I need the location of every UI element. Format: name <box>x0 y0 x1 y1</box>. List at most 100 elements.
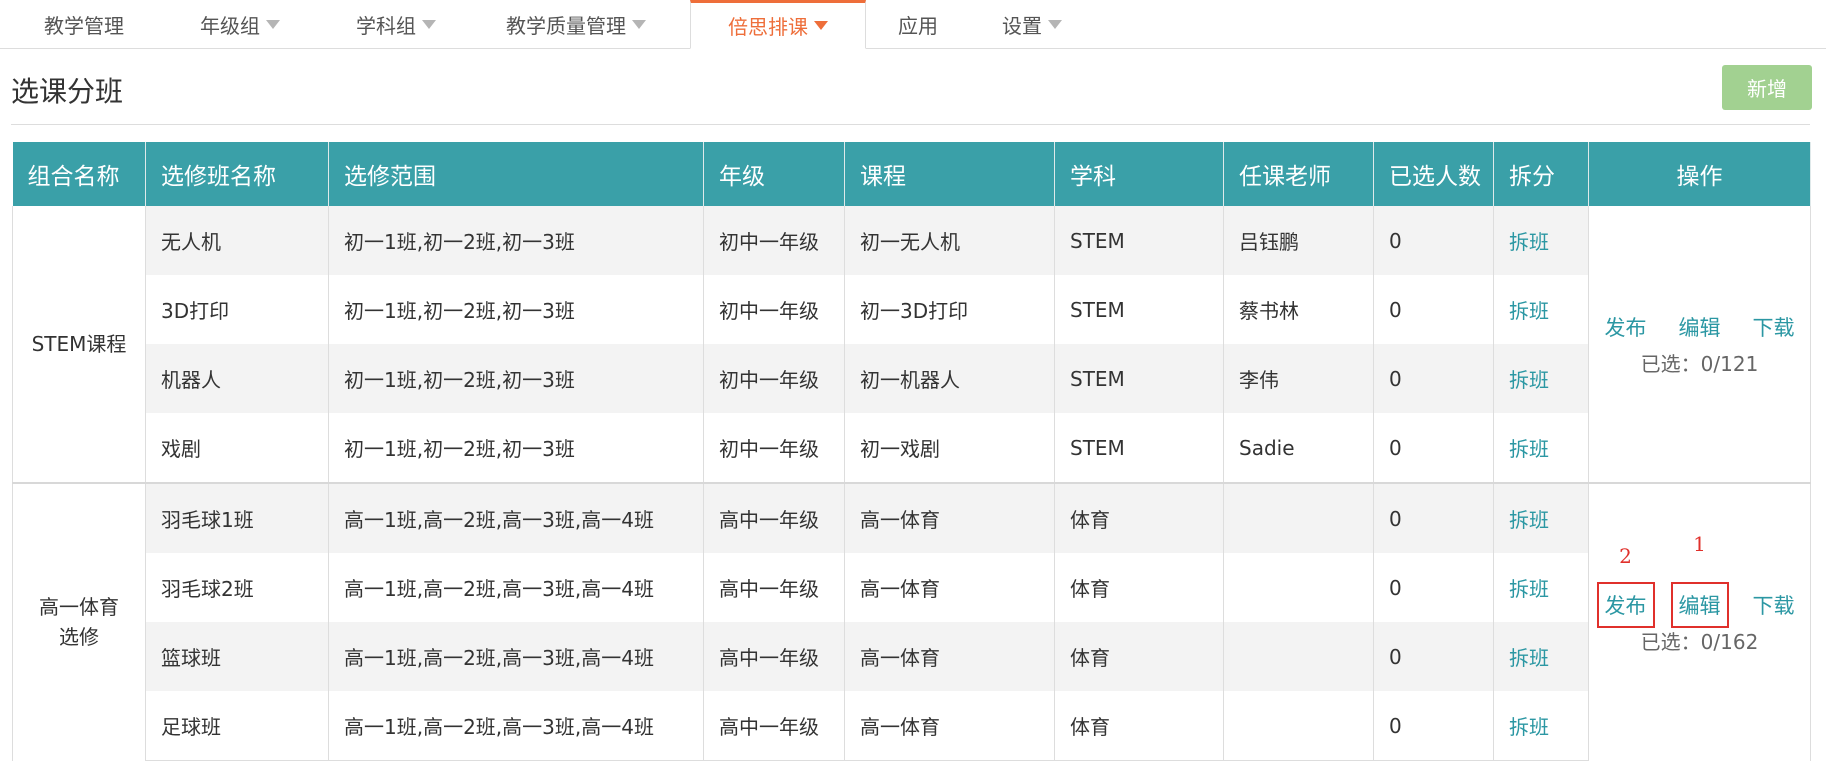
split-class-link[interactable]: 拆班 <box>1509 368 1549 392</box>
group-name-cell: STEM课程 <box>12 206 146 483</box>
nav-tab-settings[interactable]: 设置 <box>992 0 1072 49</box>
course-selection-table: 组合名称 选修班名称 选修范围 年级 课程 学科 任课老师 已选人数 拆分 操作… <box>12 142 1811 761</box>
teacher-cell: 吕钰鹏 <box>1223 206 1374 275</box>
grade-cell: 初中一年级 <box>703 206 845 275</box>
split-cell: 拆班 <box>1493 344 1589 413</box>
split-class-link[interactable]: 拆班 <box>1509 299 1549 323</box>
selected-count: 已选：0/121 <box>1640 351 1759 376</box>
table-row: 戏剧 初一1班,初一2班,初一3班 初中一年级 初一戏剧 STEM Sadie … <box>13 413 1811 484</box>
count-cell: 0 <box>1373 482 1494 553</box>
column-header: 选修范围 <box>328 142 704 206</box>
course-cell: 初一3D打印 <box>844 275 1055 344</box>
course-cell: 高一体育 <box>844 691 1055 761</box>
split-cell: 拆班 <box>1493 206 1589 275</box>
teacher-cell: 蔡书林 <box>1223 275 1374 344</box>
scope-cell: 高一1班,高一2班,高一3班,高一4班 <box>328 622 704 691</box>
chevron-down-icon <box>632 20 646 29</box>
split-cell: 拆班 <box>1493 482 1589 553</box>
class-name-cell: 羽毛球2班 <box>145 553 329 622</box>
count-cell: 0 <box>1373 691 1494 761</box>
scope-cell: 高一1班,高一2班,高一3班,高一4班 <box>328 553 704 622</box>
nav-tab-label: 倍思排课 <box>728 15 808 39</box>
table-row: 机器人 初一1班,初一2班,初一3班 初中一年级 初一机器人 STEM 李伟 0… <box>13 344 1811 413</box>
scope-cell: 高一1班,高一2班,高一3班,高一4班 <box>328 482 704 553</box>
subject-cell: STEM <box>1054 344 1224 413</box>
table-row: 篮球班 高一1班,高一2班,高一3班,高一4班 高中一年级 高一体育 体育 0 … <box>13 622 1811 691</box>
chevron-down-icon <box>1048 20 1062 29</box>
nav-tab-apps[interactable]: 应用 <box>880 0 956 49</box>
selected-count: 已选：0/162 <box>1640 629 1759 654</box>
class-name-cell: 戏剧 <box>145 413 329 484</box>
split-class-link[interactable]: 拆班 <box>1509 437 1549 461</box>
column-header: 组合名称 <box>12 142 146 206</box>
scope-cell: 初一1班,初一2班,初一3班 <box>328 275 704 344</box>
grade-cell: 高中一年级 <box>703 553 845 622</box>
count-cell: 0 <box>1373 622 1494 691</box>
download-link[interactable]: 下载 <box>1753 590 1795 620</box>
scope-cell: 初一1班,初一2班,初一3班 <box>328 413 704 484</box>
operations-links: 发布 2 编辑 1 下载 <box>1589 532 1810 628</box>
nav-tab-scheduling[interactable]: 倍思排课 <box>690 0 866 49</box>
publish-link[interactable]: 发布 2 <box>1596 544 1655 628</box>
chevron-down-icon <box>422 20 436 29</box>
class-name-cell: 羽毛球1班 <box>145 482 329 553</box>
subject-cell: STEM <box>1054 413 1224 484</box>
column-header: 课程 <box>844 142 1055 206</box>
split-class-link[interactable]: 拆班 <box>1509 508 1549 532</box>
top-nav: 教学管理 年级组 学科组 教学质量管理 倍思排课 应用 设置 <box>0 0 1826 49</box>
nav-tab-grade-group[interactable]: 年级组 <box>178 0 302 49</box>
teacher-cell: 李伟 <box>1223 344 1374 413</box>
column-header: 选修班名称 <box>145 142 329 206</box>
nav-tab-teaching[interactable]: 教学管理 <box>22 0 146 49</box>
add-button[interactable]: 新增 <box>1722 65 1812 110</box>
subject-cell: STEM <box>1054 206 1224 275</box>
scope-cell: 高一1班,高一2班,高一3班,高一4班 <box>328 691 704 761</box>
grade-cell: 初中一年级 <box>703 344 845 413</box>
operations-links: 发布 编辑 下载 <box>1589 312 1810 342</box>
edit-label: 编辑 <box>1678 593 1721 618</box>
scope-cell: 初一1班,初一2班,初一3班 <box>328 206 704 275</box>
table-row: STEM课程 无人机 初一1班,初一2班,初一3班 初中一年级 初一无人机 ST… <box>12 206 1811 483</box>
teacher-cell <box>1223 691 1374 761</box>
course-cell: 高一体育 <box>844 482 1055 553</box>
publish-label: 发布 <box>1604 593 1647 618</box>
column-header: 任课老师 <box>1223 142 1374 206</box>
course-cell: 初一无人机 <box>844 206 1055 275</box>
class-name-cell: 3D打印 <box>145 275 329 344</box>
download-link[interactable]: 下载 <box>1753 312 1795 342</box>
operations-cell: 发布 编辑 下载 已选：0/121 <box>1588 206 1811 483</box>
scope-cell: 初一1班,初一2班,初一3班 <box>328 344 704 413</box>
subject-cell: 体育 <box>1054 622 1224 691</box>
nav-tab-subject-group[interactable]: 学科组 <box>334 0 458 49</box>
edit-link[interactable]: 编辑 1 <box>1670 532 1729 628</box>
annotation-number: 2 <box>1619 543 1632 568</box>
count-cell: 0 <box>1373 413 1494 484</box>
course-cell: 初一戏剧 <box>844 413 1055 484</box>
nav-tab-label: 教学管理 <box>44 14 124 38</box>
column-header: 操作 <box>1588 142 1811 206</box>
subject-cell: STEM <box>1054 275 1224 344</box>
split-cell: 拆班 <box>1493 275 1589 344</box>
edit-link[interactable]: 编辑 <box>1679 312 1721 342</box>
table-row: 3D打印 初一1班,初一2班,初一3班 初中一年级 初一3D打印 STEM 蔡书… <box>13 275 1811 344</box>
split-class-link[interactable]: 拆班 <box>1509 577 1549 601</box>
group-name-cell: 高一体育选修 <box>12 482 146 761</box>
chevron-down-icon <box>266 20 280 29</box>
divider <box>11 124 1810 125</box>
nav-tab-label: 设置 <box>1002 14 1042 38</box>
class-name-cell: 无人机 <box>145 206 329 275</box>
course-cell: 初一机器人 <box>844 344 1055 413</box>
publish-link[interactable]: 发布 <box>1605 312 1647 342</box>
split-cell: 拆班 <box>1493 691 1589 761</box>
operations-cell: 发布 2 编辑 1 下载 已选：0/162 <box>1588 482 1811 761</box>
nav-tab-quality[interactable]: 教学质量管理 <box>490 0 662 49</box>
nav-tab-label: 教学质量管理 <box>506 14 626 38</box>
split-class-link[interactable]: 拆班 <box>1509 715 1549 739</box>
split-class-link[interactable]: 拆班 <box>1509 230 1549 254</box>
course-cell: 高一体育 <box>844 553 1055 622</box>
split-cell: 拆班 <box>1493 622 1589 691</box>
count-cell: 0 <box>1373 553 1494 622</box>
split-class-link[interactable]: 拆班 <box>1509 646 1549 670</box>
grade-cell: 高中一年级 <box>703 482 845 553</box>
class-name-cell: 足球班 <box>145 691 329 761</box>
